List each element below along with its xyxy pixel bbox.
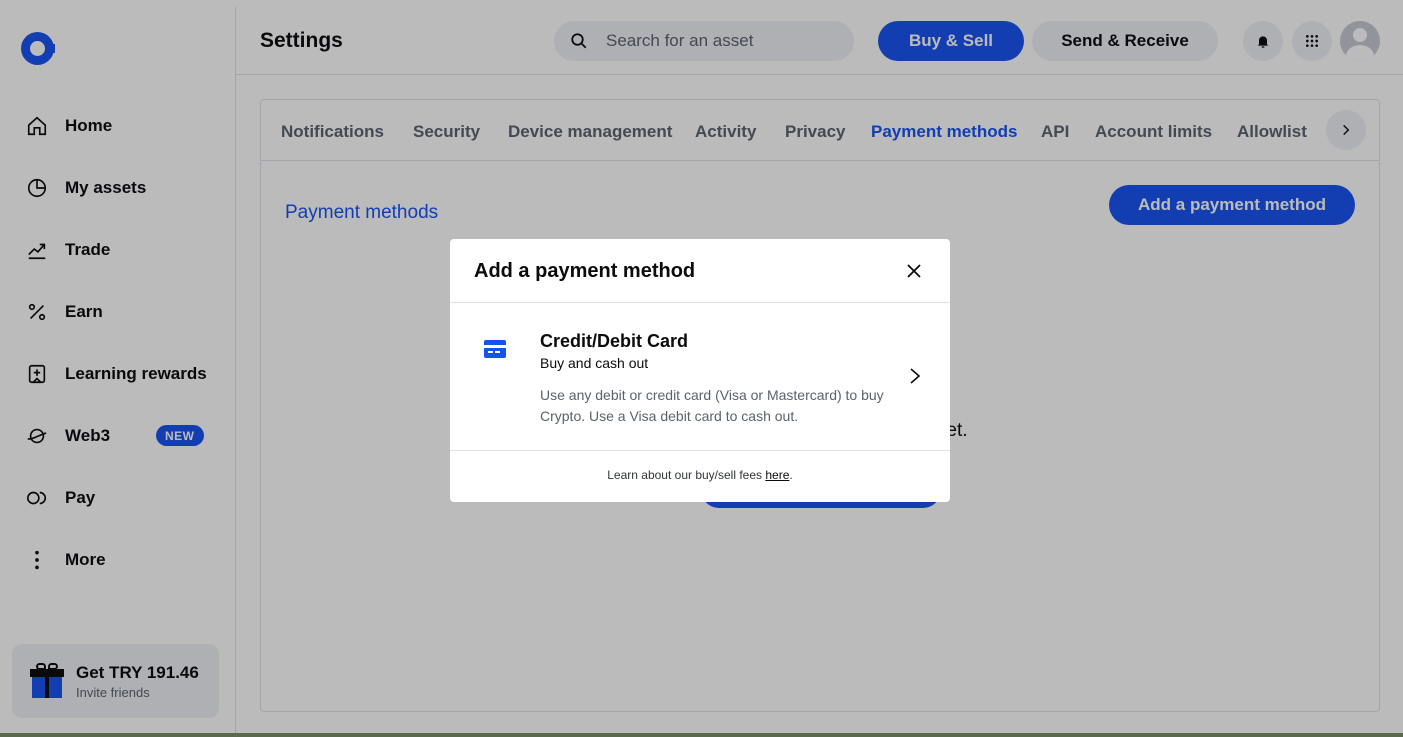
close-button[interactable] [902, 259, 926, 283]
fees-text: Learn about our buy/sell fees [607, 468, 766, 482]
option-subtitle: Buy and cash out [540, 355, 649, 371]
option-description: Use any debit or credit card (Visa or Ma… [540, 387, 884, 424]
close-icon [907, 264, 921, 278]
chevron-right-icon [908, 367, 922, 385]
add-payment-method-modal: Add a payment method Credit/Debit Card B… [450, 239, 950, 502]
modal-footer: Learn about our buy/sell fees here. [450, 451, 950, 482]
credit-card-icon [484, 340, 506, 358]
fees-text-end: . [789, 468, 793, 482]
modal-header: Add a payment method [450, 239, 950, 303]
credit-debit-card-option[interactable]: Credit/Debit Card Buy and cash out Use a… [450, 303, 950, 451]
option-title: Credit/Debit Card [540, 331, 689, 351]
modal-title: Add a payment method [474, 260, 696, 282]
desktop-bottom-strip [0, 733, 1403, 737]
fees-link[interactable]: here [765, 468, 789, 482]
